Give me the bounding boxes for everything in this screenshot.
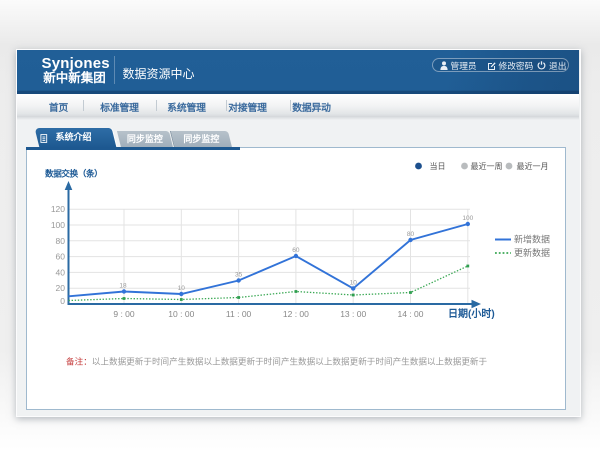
svg-text:数据交换（条）: 数据交换（条） [45,168,102,179]
svg-text:当日: 当日 [429,161,445,171]
svg-text:13 : 00: 13 : 00 [340,309,366,319]
svg-text:备注：以上数据更新于时间产生数据以上数据更新于时间产生数据以: 备注：以上数据更新于时间产生数据以上数据更新于时间产生数据以上数据更新于时间产生… [66,356,488,367]
svg-text:10: 10 [177,285,185,292]
svg-text:10: 10 [349,280,357,287]
svg-text:60: 60 [55,252,65,262]
svg-text:最近一周: 最近一周 [470,161,502,171]
svg-text:更新数据: 更新数据 [514,247,550,258]
svg-text:35: 35 [234,272,242,279]
svg-text:100: 100 [462,215,473,222]
svg-text:18: 18 [119,283,127,290]
svg-text:80: 80 [55,236,65,246]
svg-text:20: 20 [55,283,65,293]
svg-text:新增数据: 新增数据 [514,234,550,245]
svg-text:100: 100 [50,220,64,230]
svg-text:12 : 00: 12 : 00 [282,309,308,319]
svg-text:60: 60 [292,247,300,254]
svg-text:80: 80 [406,231,414,238]
svg-text:120: 120 [50,204,64,214]
svg-text:9 : 00: 9 : 00 [113,309,135,319]
svg-text:最近一月: 最近一月 [516,161,548,171]
svg-text:14 : 00: 14 : 00 [397,309,423,319]
svg-text:日期(小时): 日期(小时) [448,307,495,320]
svg-text:40: 40 [55,267,65,277]
svg-text:0: 0 [60,296,65,306]
svg-text:10 : 00: 10 : 00 [168,309,194,319]
svg-text:11 : 00: 11 : 00 [225,309,251,319]
